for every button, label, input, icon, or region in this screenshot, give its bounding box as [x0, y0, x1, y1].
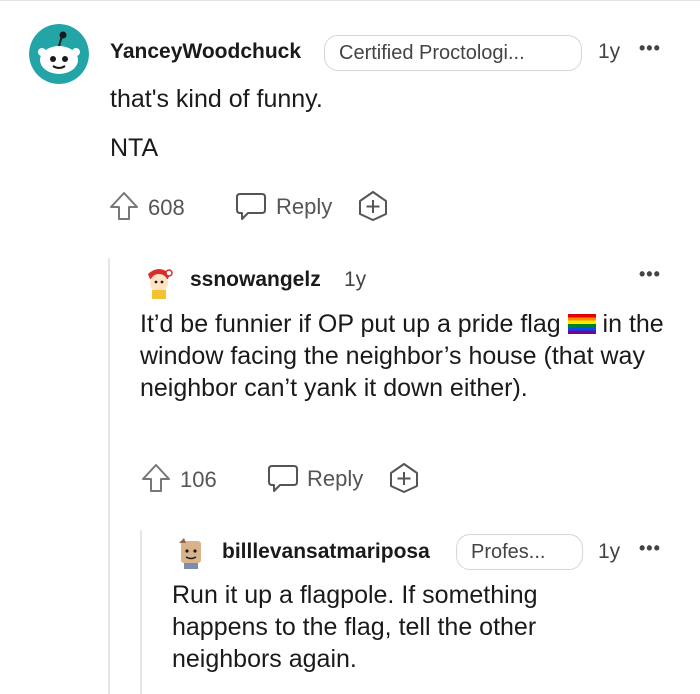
- award-plus-icon: [390, 463, 418, 493]
- speech-bubble-icon: [268, 465, 298, 492]
- speech-bubble-icon: [236, 193, 266, 220]
- top-divider: [0, 0, 700, 1]
- vote-count: 608: [148, 195, 185, 220]
- username[interactable]: ssnowangelz: [190, 268, 321, 292]
- username[interactable]: YanceyWoodchuck: [110, 40, 301, 64]
- comment-body: Run it up a flagpole. If something happe…: [172, 581, 538, 673]
- award-plus-icon: [359, 191, 387, 221]
- more-options-icon[interactable]: •••: [639, 38, 661, 59]
- comment-body-text: It’d be funnier if OP put up a pride fla…: [140, 310, 568, 338]
- upvote-button[interactable]: [108, 190, 140, 222]
- snoo-avatar-icon: [29, 24, 89, 84]
- upvote-arrow-icon: [110, 192, 138, 220]
- avatar[interactable]: [29, 24, 89, 84]
- pride-flag-emoji-icon: [567, 314, 596, 334]
- comment-age[interactable]: 1y: [598, 540, 620, 564]
- award-button[interactable]: [356, 189, 390, 223]
- comment-age[interactable]: 1y: [344, 268, 366, 292]
- more-options-icon[interactable]: •••: [639, 538, 661, 559]
- more-options-icon[interactable]: •••: [639, 264, 661, 285]
- reply-button[interactable]: Reply: [307, 466, 363, 492]
- user-flair: Profes...: [456, 534, 583, 570]
- thread-line-level-1[interactable]: [108, 258, 110, 694]
- upvote-button[interactable]: [140, 462, 172, 494]
- upvote-arrow-icon: [142, 464, 170, 492]
- thread-line-level-2[interactable]: [140, 530, 142, 694]
- comment-body-line: NTA: [110, 134, 159, 162]
- vote-count: 106: [180, 467, 217, 492]
- award-button[interactable]: [387, 461, 421, 495]
- user-flair: Certified Proctologi...: [324, 35, 582, 71]
- avatar[interactable]: [172, 533, 210, 571]
- reply-icon[interactable]: [234, 190, 268, 222]
- reply-button[interactable]: Reply: [276, 194, 332, 220]
- character-avatar-icon: [172, 533, 210, 571]
- comment-body: It’d be funnier if OP put up a pride fla…: [140, 308, 680, 404]
- avatar[interactable]: [140, 262, 178, 300]
- comment-age[interactable]: 1y: [598, 40, 620, 64]
- username[interactable]: billlevansatmariposa: [222, 540, 430, 564]
- reply-icon[interactable]: [266, 462, 300, 494]
- character-avatar-icon: [140, 262, 178, 300]
- comment-body-line: that's kind of funny.: [110, 85, 323, 113]
